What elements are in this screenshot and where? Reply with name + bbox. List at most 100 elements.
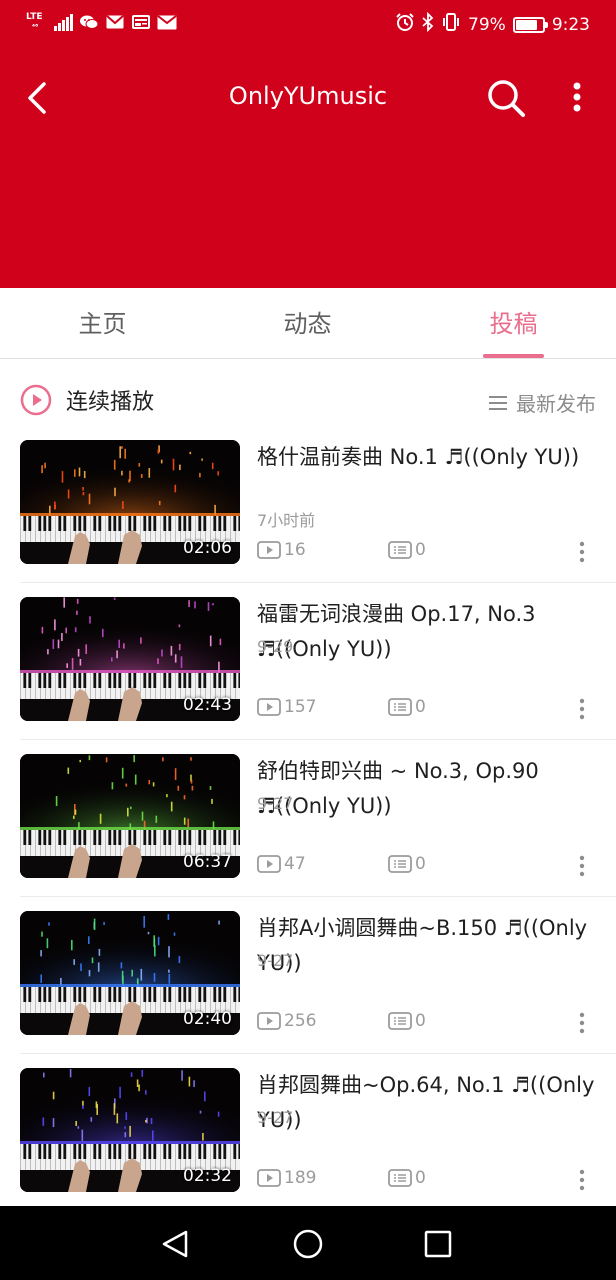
video-item[interactable]: 02:32 肖邦圆舞曲~Op.64, No.1 ♬((Only YU)) 9-27 1… (0, 1068, 616, 1225)
play-all-button[interactable]: 连续播放 (20, 382, 154, 418)
bluetooth-icon (422, 11, 434, 37)
play-count-icon (257, 1012, 281, 1030)
more-vertical-icon (579, 698, 585, 720)
video-more-button[interactable] (577, 540, 587, 564)
network-type: LTE (26, 12, 43, 22)
view-count: 189 (257, 1168, 316, 1188)
video-duration: 02:40 (183, 1009, 232, 1029)
video-stats: 47 0 (257, 854, 597, 878)
status-bar: LTE ⁴⁶ 79% 9:23 (0, 0, 616, 48)
video-more-button[interactable] (577, 1168, 587, 1192)
video-date: 9-27 (257, 1108, 294, 1127)
play-count-icon (257, 698, 281, 716)
video-date: 9-27 (257, 951, 294, 970)
title-bar: OnlyYUmusic (0, 70, 616, 126)
nav-back-button[interactable] (156, 1224, 196, 1264)
search-button[interactable] (484, 76, 528, 120)
view-count-value: 256 (284, 1011, 317, 1031)
recents-square-icon (424, 1230, 452, 1258)
video-title[interactable]: 福雷无词浪漫曲 Op.17, No.3 ♬((Only YU)) (257, 597, 602, 667)
clock: 9:23 (551, 14, 590, 35)
video-thumbnail[interactable]: 02:32 (20, 1068, 240, 1192)
more-options-button[interactable] (560, 76, 594, 120)
email-icon (157, 13, 177, 31)
video-duration: 02:32 (183, 1166, 232, 1186)
video-title[interactable]: 肖邦圆舞曲~Op.64, No.1 ♬((Only YU)) (257, 1068, 602, 1138)
view-count-value: 16 (284, 540, 306, 560)
more-vertical-icon (579, 1012, 585, 1034)
video-more-button[interactable] (577, 854, 587, 878)
video-more-button[interactable] (577, 697, 587, 721)
comment-icon (388, 698, 412, 716)
home-circle-icon (293, 1229, 323, 1259)
comment-icon (388, 1169, 412, 1187)
hd-label: ⁴⁶ (32, 23, 39, 31)
tab-uploads[interactable]: 投稿 (411, 288, 616, 358)
app-screen: LTE ⁴⁶ 79% 9:23 OnlyYUmusic 主页 动态 投稿 连续播… (0, 0, 616, 1280)
sort-list-icon (489, 395, 507, 410)
video-item[interactable]: 02:43 福雷无词浪漫曲 Op.17, No.3 ♬((Only YU)) 9-2… (0, 597, 616, 754)
video-thumbnail[interactable]: 06:37 (20, 754, 240, 878)
video-date: 9-27 (257, 794, 294, 813)
video-thumbnail[interactable]: 02:06 (20, 440, 240, 564)
comment-count: 0 (388, 540, 426, 560)
mail-icon (105, 13, 125, 31)
comment-icon (388, 541, 412, 559)
play-count-icon (257, 541, 281, 559)
sort-button[interactable]: 最新发布 (488, 388, 596, 417)
play-all-label: 连续播放 (66, 390, 155, 415)
battery-icon (512, 16, 548, 33)
view-count-value: 47 (284, 854, 306, 874)
video-stats: 16 0 (257, 540, 597, 564)
comment-count: 0 (388, 697, 426, 717)
news-icon (131, 13, 151, 31)
sort-label: 最新发布 (516, 392, 596, 416)
nav-home-button[interactable] (288, 1224, 328, 1264)
alarm-icon (395, 12, 415, 37)
view-count: 256 (257, 1011, 316, 1031)
comment-count-value: 0 (415, 697, 426, 717)
play-count-icon (257, 1169, 281, 1187)
video-title[interactable]: 肖邦A小调圆舞曲~B.150 ♬((Only YU)) (257, 911, 602, 981)
signal-icon (54, 13, 73, 31)
view-count-value: 157 (284, 697, 317, 717)
play-circle-icon (20, 384, 52, 416)
view-count: 157 (257, 697, 316, 717)
comment-icon (388, 1012, 412, 1030)
video-stats: 157 0 (257, 697, 597, 721)
comment-count-value: 0 (415, 854, 426, 874)
video-thumbnail[interactable]: 02:40 (20, 911, 240, 1035)
view-count: 47 (257, 854, 306, 874)
more-vertical-icon (579, 541, 585, 563)
more-vertical-icon (579, 1169, 585, 1191)
tab-dynamics[interactable]: 动态 (205, 288, 410, 358)
play-bar: 连续播放 最新发布 (0, 360, 616, 440)
view-count-value: 189 (284, 1168, 317, 1188)
video-item[interactable]: 06:37 舒伯特即兴曲 ~ No.3, Op.90 ♬((Only YU)) 9-… (0, 754, 616, 911)
view-count: 16 (257, 540, 306, 560)
tab-home[interactable]: 主页 (0, 288, 205, 358)
video-duration: 02:06 (183, 538, 232, 558)
active-tab-indicator (483, 354, 544, 358)
wechat-icon (79, 13, 99, 31)
comment-count-value: 0 (415, 1011, 426, 1031)
video-item[interactable]: 02:06 格什温前奏曲 No.1 ♬((Only YU)) 7小时前 16 0 (0, 440, 616, 597)
back-triangle-icon (162, 1230, 188, 1258)
comment-count: 0 (388, 1011, 426, 1031)
video-more-button[interactable] (577, 1011, 587, 1035)
comment-count-value: 0 (415, 1168, 426, 1188)
more-vertical-icon (579, 855, 585, 877)
nav-recents-button[interactable] (418, 1224, 458, 1264)
battery-percent: 79% (468, 14, 506, 35)
comment-count: 0 (388, 854, 426, 874)
video-duration: 06:37 (183, 852, 232, 872)
network-indicator: LTE ⁴⁶ (26, 12, 48, 32)
video-stats: 189 0 (257, 1168, 597, 1192)
video-thumbnail[interactable]: 02:43 (20, 597, 240, 721)
play-count-icon (257, 855, 281, 873)
video-title[interactable]: 格什温前奏曲 No.1 ♬((Only YU)) (257, 440, 602, 475)
video-title[interactable]: 舒伯特即兴曲 ~ No.3, Op.90 ♬((Only YU)) (257, 754, 602, 824)
system-nav-bar (0, 1206, 616, 1280)
video-item[interactable]: 02:40 肖邦A小调圆舞曲~B.150 ♬((Only YU)) 9-27 256 0 (0, 911, 616, 1068)
video-date: 7小时前 (257, 511, 316, 530)
